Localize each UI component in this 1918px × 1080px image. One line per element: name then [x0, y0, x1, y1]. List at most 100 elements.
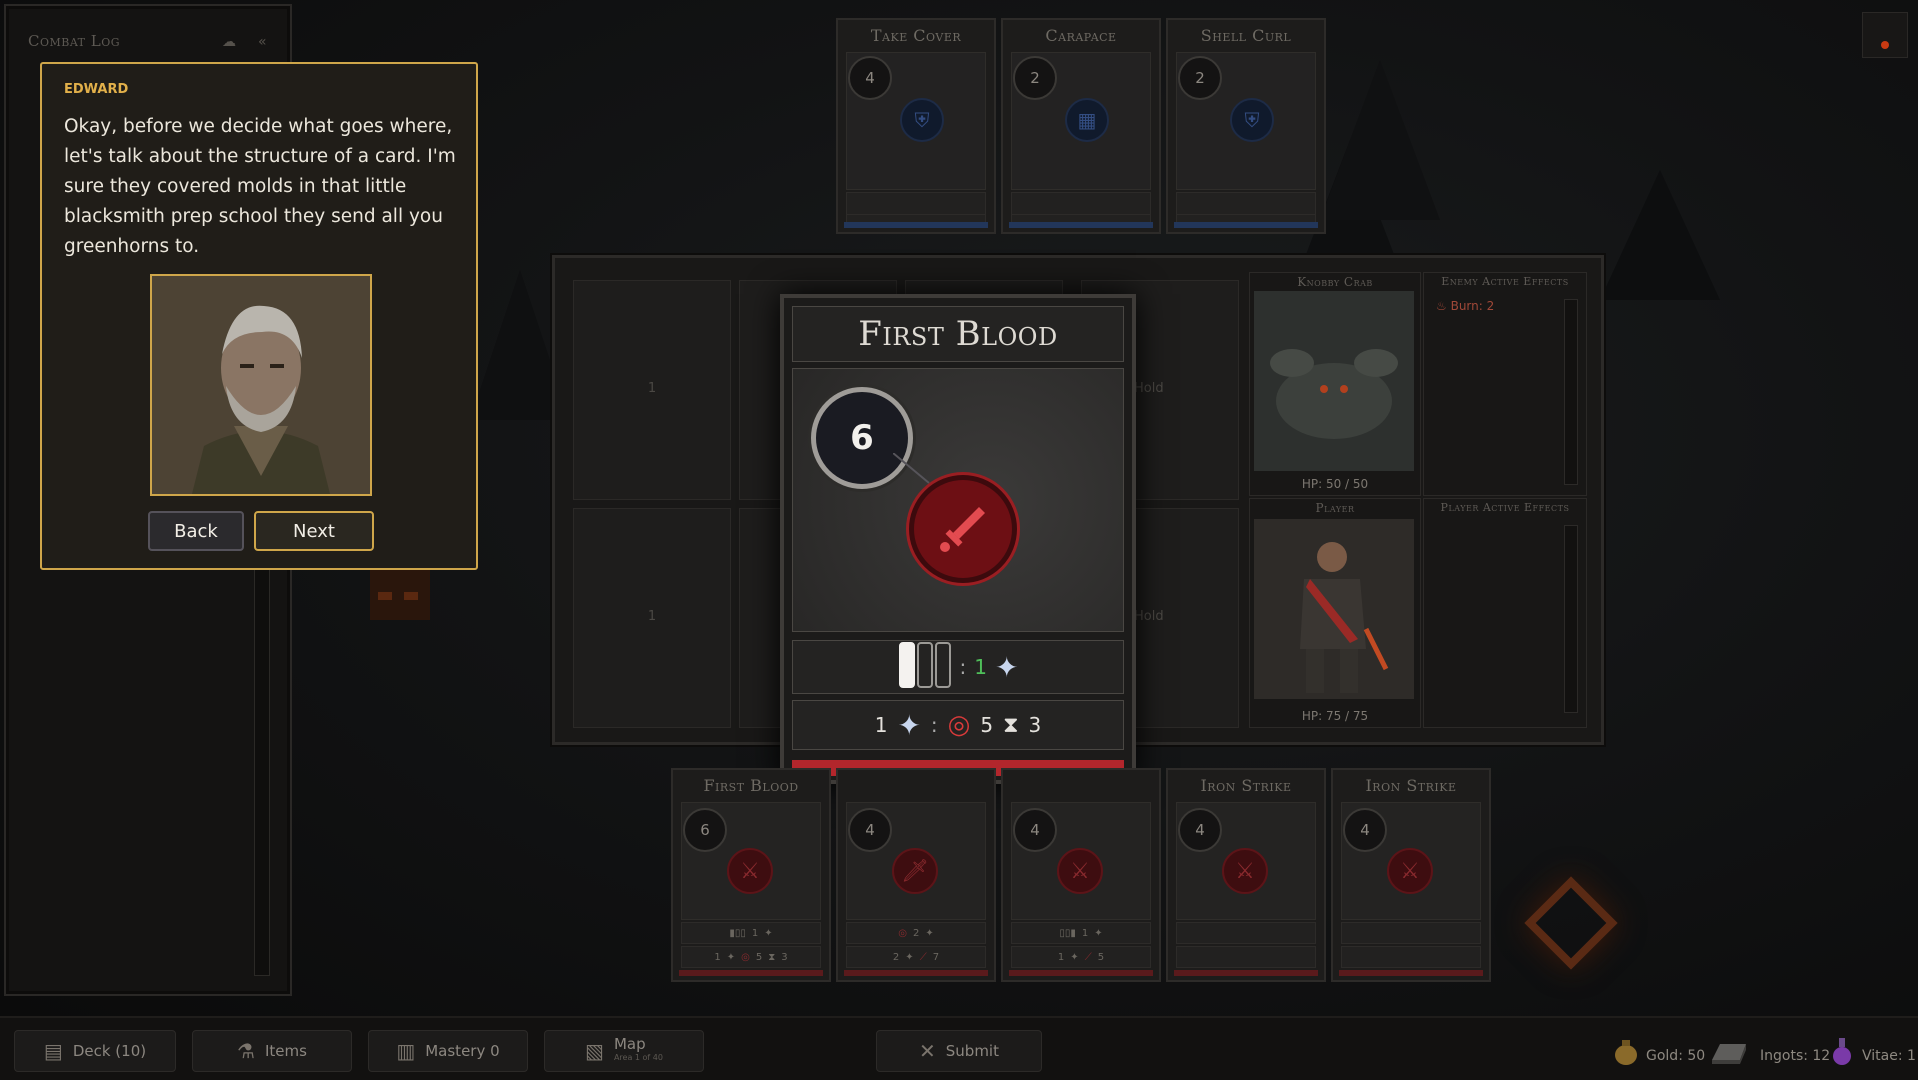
dialog-text: Okay, before we decide what goes where, …	[64, 116, 456, 257]
effect-count: 1	[874, 713, 888, 737]
player-panel: Player HP: 75 / 75	[1249, 498, 1421, 728]
stat-value: 2	[912, 927, 920, 939]
stat-value: 1	[1057, 951, 1065, 963]
spark-icon: ✦	[925, 927, 934, 939]
card-type-bar	[1339, 970, 1483, 976]
hold-label: Hold	[1134, 381, 1164, 396]
card-cost: 2	[1013, 56, 1057, 100]
card-type-bar	[844, 970, 988, 976]
ingot-icon	[1712, 1044, 1746, 1064]
deck-button[interactable]: ▤ Deck (10)	[14, 1030, 176, 1072]
sword-icon: ⚔	[1057, 848, 1103, 894]
card-stat-row: ◎ 2 ✦	[846, 922, 986, 944]
enemy-name: Knobby Crab	[1297, 275, 1373, 289]
card-title: Take Cover	[870, 26, 962, 45]
card-stat-row	[846, 192, 986, 216]
book-icon: ▥	[396, 1039, 416, 1063]
card-cost: 4	[1013, 808, 1057, 852]
hold-label: Hold	[1134, 609, 1164, 624]
card-cost: 2	[1178, 56, 1222, 100]
row-separator: :	[959, 655, 967, 679]
stat-value: 5	[755, 951, 763, 963]
stat-value: 1	[1081, 927, 1089, 939]
shield-icon: ⛨	[900, 98, 944, 142]
card-title: Carapace	[1045, 26, 1117, 45]
spark-icon: ✦	[905, 951, 914, 963]
spark-icon: ✦	[995, 650, 1019, 684]
card-cost: 4	[848, 56, 892, 100]
slot-number: 1	[647, 381, 657, 396]
enemy-card[interactable]: Take Cover 4 ⛨	[836, 18, 996, 234]
card-stat-row	[1176, 946, 1316, 968]
card-stat-row: 2 ✦ ⟋ 7	[846, 946, 986, 968]
collapse-icon[interactable]: «	[258, 34, 267, 50]
menu-button[interactable]	[1862, 12, 1908, 58]
enemy-effects-panel: Enemy Active Effects ♨ Burn: 2	[1423, 272, 1587, 496]
hand-card[interactable]: 4 ⚔ ▯▯▮ 1 ✦ 1 ✦ ⟋ 5	[1001, 768, 1161, 982]
card-stat-row: 1 ✦ ◎ 5 ⧗ 3	[681, 946, 821, 968]
card-slot[interactable]: 1	[573, 508, 731, 728]
stat-value: 1	[714, 951, 721, 963]
cloud-icon[interactable]: ☁	[222, 34, 236, 50]
stat-value: 7	[932, 951, 940, 963]
card-type-bar	[1009, 222, 1153, 228]
shield-icon: ⛨	[1230, 98, 1274, 142]
dagger-icon: 🗡	[892, 848, 938, 894]
vitae-flask-icon	[1833, 1038, 1851, 1065]
player-effects-scrollbar[interactable]	[1564, 525, 1578, 713]
bleed-value: 5	[980, 713, 994, 737]
card-effect-row: 1 ✦ : ◎ 5 ⧗ 3	[792, 700, 1124, 750]
card-stat-row	[1176, 922, 1316, 944]
next-button[interactable]: Next	[254, 511, 374, 551]
hand-card[interactable]: 4 🗡 ◎ 2 ✦ 2 ✦ ⟋ 7	[836, 768, 996, 982]
stat-value: 5	[1097, 951, 1105, 963]
armor-icon: ▦	[1065, 98, 1109, 142]
enemy-panel: Knobby Crab HP: 50 / 50	[1249, 272, 1421, 496]
hand-card[interactable]: Iron Strike 4 ⚔	[1331, 768, 1491, 982]
hand-card[interactable]: First Blood 6 ⚔ ▮▯▯ 1 ✦ 1 ✦ ◎ 5 ⧗ 3	[671, 768, 831, 982]
submit-button[interactable]: ✕ Submit	[876, 1030, 1042, 1072]
card-slot[interactable]: 1	[573, 280, 731, 500]
combat-log-title: Combat Log	[28, 32, 121, 50]
gold-amount: Gold: 50	[1646, 1048, 1706, 1064]
mastery-button[interactable]: ▥ Mastery 0	[368, 1030, 528, 1072]
back-button[interactable]: Back	[148, 511, 244, 551]
card-stat-row	[1341, 922, 1481, 944]
player-portrait	[1254, 519, 1414, 699]
slash-icon: ⟋	[1084, 951, 1092, 963]
spark-icon: ✦	[897, 708, 921, 742]
card-cost: 4	[848, 808, 892, 852]
enemy-hp: HP: 50 / 50	[1301, 477, 1369, 491]
hand-card[interactable]: Iron Strike 4 ⚔	[1166, 768, 1326, 982]
stat-value: 3	[781, 951, 788, 963]
slash-icon: ⟋	[919, 951, 927, 963]
potion-icon: ⚗	[237, 1039, 255, 1063]
hourglass-icon: ⧗	[768, 951, 776, 963]
charge-pips: ▯▯▮	[1059, 927, 1076, 939]
charge-pips	[898, 641, 952, 693]
gold-bag-icon	[1615, 1040, 1637, 1065]
combat-log-scrollbar[interactable]	[254, 566, 270, 976]
speaker-portrait	[150, 274, 372, 496]
items-button[interactable]: ⚗ Items	[192, 1030, 352, 1072]
enemy-card[interactable]: Shell Curl 2 ⛨	[1166, 18, 1326, 234]
charge-pips: ▮▯▯	[729, 927, 746, 939]
burn-effect[interactable]: ♨ Burn: 2	[1436, 299, 1494, 313]
row-separator: :	[930, 713, 938, 737]
focused-card-first-blood[interactable]: First Blood 6 : 1 ✦ 1 ✦ : ◎ 5 ⧗ 3	[780, 294, 1136, 784]
player-effects-title: Player Active Effects	[1440, 501, 1570, 514]
card-title: Iron Strike	[1200, 776, 1292, 795]
card-type-bar	[679, 970, 823, 976]
card-cost: 4	[1343, 808, 1387, 852]
card-cost: 6	[683, 808, 727, 852]
enemy-card[interactable]: Carapace 2 ▦	[1001, 18, 1161, 234]
sword-icon: ⚔	[727, 848, 773, 894]
bleed-icon: ◎	[741, 951, 750, 963]
player-name: Player	[1315, 501, 1355, 515]
player-hp: HP: 75 / 75	[1301, 709, 1369, 723]
map-button[interactable]: ▧ Map Area 1 of 40	[544, 1030, 704, 1072]
stat-value: 2	[892, 951, 900, 963]
card-stat-row	[1011, 192, 1151, 216]
enemy-effects-scrollbar[interactable]	[1564, 299, 1578, 485]
card-type-bar	[1174, 222, 1318, 228]
